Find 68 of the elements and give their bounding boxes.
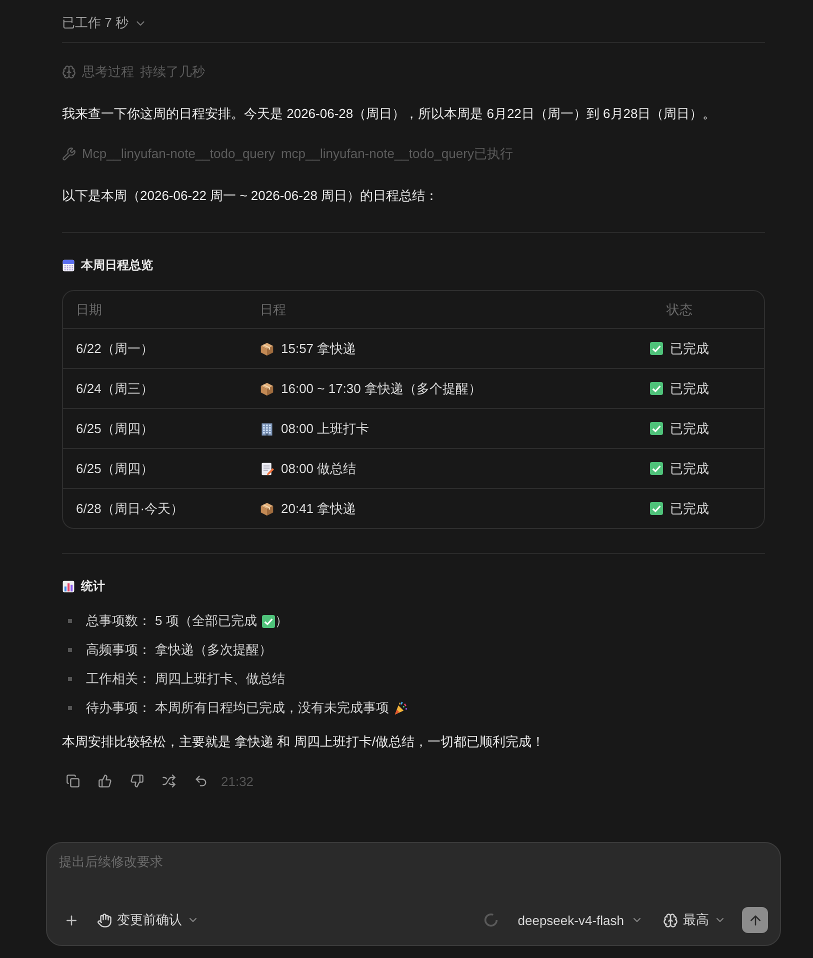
input-field[interactable]: 提出后续修改要求 bbox=[59, 852, 768, 892]
undo-icon bbox=[194, 774, 208, 788]
stat-value: ） bbox=[274, 612, 288, 630]
bullet-icon bbox=[68, 648, 72, 652]
status-text: 已完成 bbox=[670, 380, 709, 398]
status-text: 已完成 bbox=[670, 500, 709, 518]
party-popper-icon bbox=[394, 701, 408, 715]
column-header: 日期 bbox=[75, 300, 102, 318]
stat-value: 5 项（全部已完成 bbox=[155, 612, 257, 630]
calendar-icon bbox=[62, 258, 75, 272]
stat-value: 拿快递（多次提醒） bbox=[155, 641, 272, 659]
model-selector[interactable]: deepseek-v4-flash bbox=[516, 908, 645, 932]
composer-panel[interactable]: 提出后续修改要求 变更前确认 deepseek-v4-flash 最高 bbox=[46, 842, 781, 946]
send-button[interactable] bbox=[742, 907, 768, 933]
status-text: 已完成 bbox=[670, 460, 709, 478]
checked-box-icon bbox=[262, 614, 275, 628]
tool-result: mcp__linyufan-note__todo_query已执行 bbox=[280, 145, 513, 163]
message-text: 我来查一下你这周的日程安排。今天是 2026-06-28（周日），所以本周是 6月22日（周一）到 6月28日（周日）。 bbox=[62, 105, 717, 123]
message-time: 21:32 bbox=[221, 774, 254, 788]
message-text: 本周安排比较轻松，主要就是 拿快递 和 周四上班打卡/做总结，一切都已顺利完成！ bbox=[62, 733, 546, 751]
event-text: 08:00 上班打卡 bbox=[281, 420, 370, 438]
brain-icon bbox=[663, 912, 678, 928]
stat-label: 总事项数： bbox=[86, 612, 151, 630]
stat-value: 本周所有日程均已完成，没有未完成事项 bbox=[155, 699, 389, 717]
thinking-duration: 持续了几秒 bbox=[140, 63, 205, 81]
section-heading: 本周日程总览 bbox=[81, 257, 153, 274]
thinking-label: 思考过程 bbox=[82, 63, 134, 81]
status-text: 已完成 bbox=[670, 340, 709, 358]
effort-selector[interactable]: 最高 bbox=[661, 908, 728, 932]
hand-icon bbox=[97, 912, 112, 928]
brain-icon bbox=[62, 65, 76, 79]
table-cell-text: 6/24（周三） bbox=[75, 380, 154, 398]
package-icon bbox=[260, 382, 274, 396]
section-heading: 统计 bbox=[81, 578, 105, 595]
stat-value: 周四上班打卡、做总结 bbox=[155, 670, 285, 688]
event-text: 16:00 ~ 17:30 拿快递（多个提醒） bbox=[281, 380, 482, 398]
status-text: 已完成 bbox=[670, 420, 709, 438]
stat-label: 高频事项： bbox=[86, 641, 151, 659]
tool-name: Mcp__linyufan-note__todo_query bbox=[82, 145, 275, 163]
thumbs-down-icon bbox=[130, 774, 144, 788]
confirm-mode-button[interactable]: 变更前确认 bbox=[95, 908, 201, 932]
table-cell-text: 6/28（周日·今天） bbox=[75, 500, 185, 518]
package-icon bbox=[260, 342, 274, 356]
table-cell-text: 6/25（周四） bbox=[75, 420, 154, 438]
memo-icon bbox=[260, 462, 274, 476]
bullet-icon bbox=[68, 619, 72, 623]
wrench-icon bbox=[62, 147, 76, 161]
worklog-toggle[interactable]: 已工作 7 秒 bbox=[62, 13, 148, 33]
plus-icon bbox=[64, 912, 78, 928]
copy-icon bbox=[66, 774, 80, 788]
event-text: 15:57 拿快递 bbox=[281, 340, 356, 358]
building-icon bbox=[260, 422, 274, 436]
stat-label: 工作相关： bbox=[86, 670, 151, 688]
shuffle-icon bbox=[162, 774, 176, 788]
loading-icon bbox=[484, 913, 498, 927]
table-cell-text: 6/25（周四） bbox=[75, 460, 154, 478]
message-text: 以下是本周（2026-06-22 周一 ~ 2026-06-28 周日）的日程总结： bbox=[62, 187, 440, 205]
column-header: 日程 bbox=[260, 300, 286, 318]
bullet-icon bbox=[68, 706, 72, 710]
table-cell-text: 6/22（周一） bbox=[75, 340, 154, 358]
stat-label: 待办事项： bbox=[86, 699, 151, 717]
package-icon bbox=[260, 502, 274, 516]
column-header: 状态 bbox=[666, 300, 694, 318]
bar-chart-icon bbox=[62, 580, 75, 592]
event-text: 20:41 拿快递 bbox=[281, 500, 356, 518]
thumbs-up-icon bbox=[98, 774, 112, 788]
event-text: 08:00 做总结 bbox=[281, 460, 356, 478]
bullet-icon bbox=[68, 677, 72, 681]
